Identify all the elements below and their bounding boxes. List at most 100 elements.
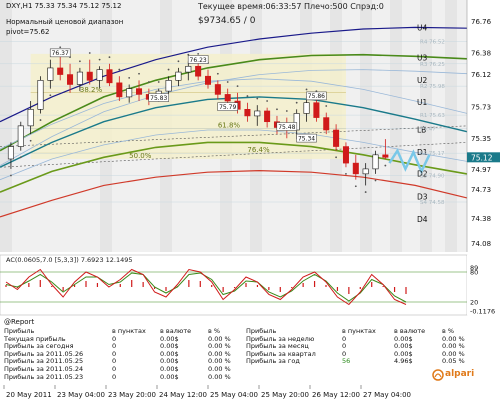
candle-body — [67, 74, 74, 85]
report-cell: 56 — [342, 357, 351, 366]
candle-body — [175, 71, 182, 81]
report-title: @Report — [4, 318, 35, 326]
report-cell: 0.05 % — [442, 357, 465, 366]
sar-dot — [29, 139, 32, 142]
price-tick: 74.73 — [471, 186, 491, 194]
report-cell: 0.00$ — [160, 372, 179, 381]
sar-dot — [345, 172, 347, 175]
sar-dot — [157, 81, 160, 83]
candle-body — [27, 109, 34, 127]
sar-dot — [246, 95, 249, 97]
candle-body — [382, 154, 389, 158]
candle-body — [204, 75, 212, 85]
candle-body — [342, 146, 349, 164]
report-cell: Прибыль за 2011.05.23 — [4, 372, 84, 381]
faint-level-label: R4 76.52 — [420, 39, 445, 45]
price-tag-text: 76.23 — [190, 57, 207, 64]
price-tag-text: 75.86 — [308, 93, 325, 100]
session-band — [390, 0, 402, 252]
faint-level-label: R2 75.98 — [420, 84, 445, 90]
faint-level-label: R3 76.25 — [420, 62, 445, 68]
sar-dot — [256, 97, 259, 100]
range-caption: Нормальный ценовой диапазон — [6, 18, 124, 26]
sar-dot — [138, 72, 140, 75]
osc-tick: -0.1176 — [470, 308, 495, 316]
sar-dot — [147, 81, 150, 83]
report-cell: в пунктах — [342, 327, 376, 335]
price-tick: 76.38 — [471, 50, 491, 58]
candle — [37, 76, 44, 114]
time-tick: 24 May 12:00 — [159, 391, 207, 399]
candle-body — [96, 69, 103, 81]
price-tag-text: 75.79 — [219, 104, 236, 111]
fib-label: 76.4% — [247, 146, 270, 154]
session-band — [445, 0, 457, 252]
sar-dot — [276, 108, 278, 111]
sar-dot — [236, 85, 239, 88]
time-tick: 25 May 20:00 — [261, 391, 309, 399]
candle-body — [313, 102, 320, 118]
trading-terminal-chart: 76.37 76.23 75.83 75.79 75.86 75.48 75.34 38.2%… — [0, 0, 500, 413]
osc-tick: 20 — [470, 299, 478, 307]
sar-dot — [19, 156, 22, 159]
price-tag-text: 75.83 — [150, 95, 167, 102]
sar-dot — [226, 81, 229, 83]
price-tag: 76.23 — [187, 55, 209, 64]
sar-dot — [364, 191, 367, 193]
report-cell: Прибыль за год — [246, 357, 300, 366]
time-leverage-line: Текущее время:06:33:57 Плечо:500 Спрэд:0 — [198, 2, 384, 11]
level-label-d4: D4 — [417, 215, 428, 224]
price-tick: 76.76 — [471, 18, 492, 26]
price-tick: 74.97 — [471, 166, 491, 174]
candle-body — [136, 88, 143, 95]
time-tick: 23 May 20:00 — [108, 391, 156, 399]
osc-tick: 80 — [470, 269, 478, 277]
price-tag: 75.86 — [306, 91, 327, 100]
price-tick: 74.38 — [471, 215, 491, 223]
candle — [17, 121, 24, 151]
sar-dot — [128, 76, 131, 79]
candle-body — [264, 110, 271, 123]
report-cell: 0.00 % — [208, 372, 231, 381]
sar-dot — [108, 56, 111, 59]
alpari-logo-text: alpari — [445, 369, 475, 379]
balance-line: $9734.65 / 0 — [198, 16, 256, 26]
price-tick: 76.12 — [471, 71, 491, 79]
sar-dot — [177, 60, 180, 63]
price-tick: 75.73 — [471, 103, 491, 111]
sar-dot — [295, 101, 298, 104]
session-band — [360, 0, 372, 252]
symbol-line: DXY,H1 75.33 75.34 75.12 75.12 — [6, 2, 122, 10]
candle-body — [352, 162, 359, 175]
candle-body — [7, 146, 14, 160]
candle-body — [17, 125, 24, 147]
sar-dot — [384, 164, 387, 167]
time-tick: 23 May 04:00 — [57, 391, 105, 399]
time-tick: 20 May 2011 — [6, 391, 52, 399]
price-tag: 75.83 — [148, 93, 169, 102]
price-axis: 76.76 76.38 76.12 75.73 75.35 74.97 74.73 74.38… — [466, 0, 500, 252]
candle-body — [165, 80, 172, 92]
current-price-text: 75.12 — [471, 153, 493, 162]
candle-body — [47, 67, 54, 81]
sar-dot — [335, 156, 337, 159]
sar-dot — [98, 58, 101, 61]
faint-level-label: S3 74.90 — [420, 174, 445, 180]
candle-body — [37, 80, 44, 110]
candle-body — [185, 65, 192, 73]
price-tag-text: 75.48 — [278, 124, 295, 131]
sar-dot — [59, 46, 62, 49]
sar-dot — [266, 100, 269, 102]
report-cell: 0 — [112, 372, 117, 381]
oscillator-panel[interactable] — [0, 254, 468, 316]
sar-dot — [354, 185, 357, 188]
fib-label: 50.0% — [129, 152, 152, 160]
price-tick: 74.08 — [471, 240, 491, 248]
sar-dot — [167, 68, 170, 71]
time-tick: 26 May 12:00 — [312, 391, 360, 399]
pivot-caption: pivot=75.62 — [6, 28, 50, 36]
faint-level-label: 75.47 — [420, 126, 436, 132]
sar-dot — [79, 60, 81, 63]
price-tag-text: 76.37 — [52, 50, 69, 57]
candle-body — [362, 168, 369, 175]
